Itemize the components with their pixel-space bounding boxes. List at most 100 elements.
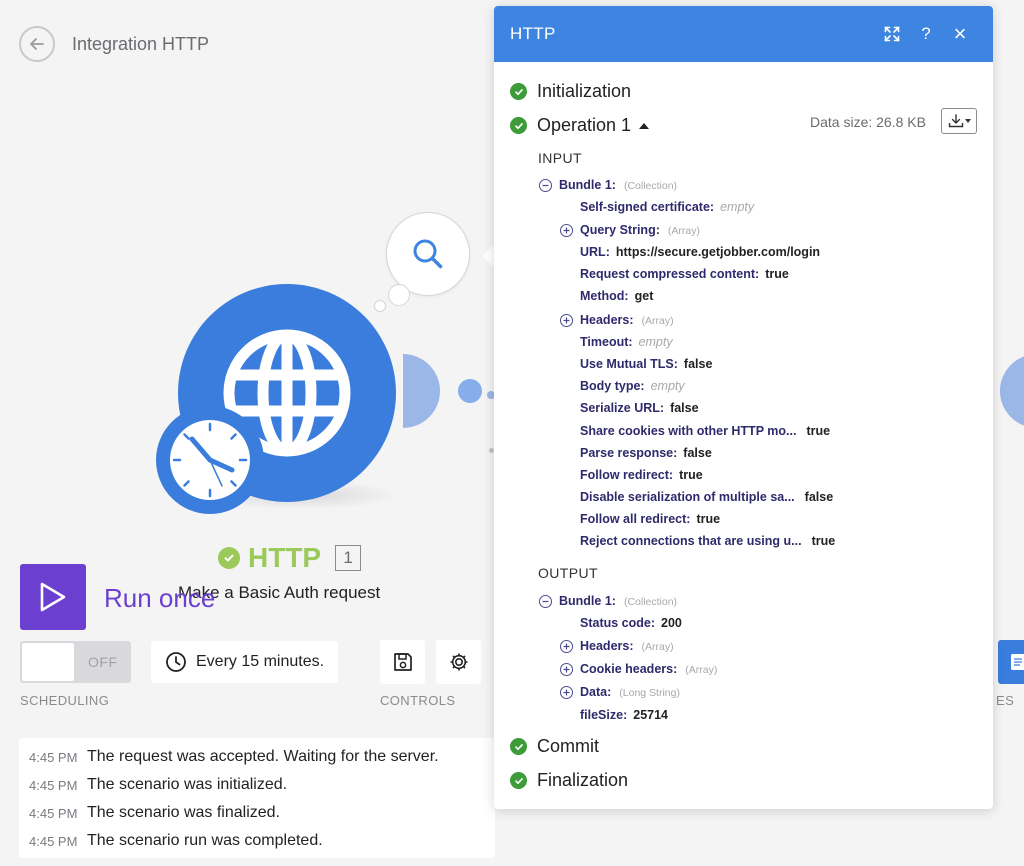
log-message: The scenario was initialized. — [87, 776, 288, 793]
page-title: Integration HTTP — [72, 34, 210, 54]
gear-icon — [450, 653, 467, 671]
check-circle-icon — [510, 772, 527, 789]
tree-type: (Long String) — [619, 687, 680, 699]
input-section-label: INPUT — [538, 150, 582, 166]
execution-log: 4:45 PM The request was accepted. Waiting… — [19, 738, 495, 858]
scheduling-toggle[interactable]: OFF — [20, 641, 131, 683]
stage-initialization[interactable]: Initialization — [510, 81, 631, 102]
run-once-label[interactable]: Run once — [104, 583, 215, 614]
tree-field[interactable]: Headers: (Array) — [580, 639, 674, 653]
log-row: 4:45 PM The scenario run was completed. — [19, 827, 495, 855]
tree-key: Reject connections that are using u... — [580, 534, 802, 548]
tree-value: https://secure.getjobber.com/login — [615, 245, 821, 259]
tree-field[interactable]: Data: (Long String) — [580, 685, 680, 699]
back-button[interactable] — [19, 26, 55, 62]
settings-button[interactable] — [436, 640, 481, 684]
tree-key: Bundle 1: — [559, 594, 616, 608]
expand-toggle[interactable] — [560, 663, 573, 676]
notes-button[interactable] — [998, 640, 1024, 684]
tree-field: Parse response: false — [580, 446, 712, 460]
tree-key: Query String: — [580, 223, 660, 237]
tree-key: Timeout: — [580, 335, 633, 349]
tree-key: Self-signed certificate: — [580, 200, 715, 214]
tree-key: Headers: — [580, 639, 634, 653]
tree-field: Share cookies with other HTTP mo... true — [580, 424, 830, 438]
tree-key: Headers: — [580, 313, 634, 327]
next-module[interactable] — [1000, 354, 1024, 428]
expand-button[interactable] — [875, 17, 909, 51]
bubble-dot — [388, 284, 410, 306]
minus-icon — [542, 184, 549, 187]
tree-type: (Collection) — [623, 596, 678, 608]
stage-label: Operation 1 — [537, 115, 632, 135]
input-bundle-1[interactable]: Bundle 1: (Collection) — [559, 178, 677, 192]
log-time: 4:45 PM — [29, 777, 78, 793]
tree-field: Timeout: empty — [580, 335, 673, 349]
log-time: 4:45 PM — [29, 749, 78, 765]
tree-key: fileSize: — [580, 708, 628, 722]
tree-value: false — [683, 446, 712, 460]
output-bundle-1[interactable]: Bundle 1: (Collection) — [559, 594, 677, 608]
stage-operation-1[interactable]: Operation 1 — [510, 115, 650, 136]
tree-value: true — [765, 267, 789, 281]
close-button[interactable]: × — [943, 17, 977, 51]
collapse-toggle[interactable] — [539, 179, 552, 192]
expand-toggle[interactable] — [560, 686, 573, 699]
toggle-state: OFF — [88, 654, 118, 670]
log-row: 4:45 PM The request was accepted. Waiting… — [19, 743, 495, 771]
expand-toggle[interactable] — [560, 224, 573, 237]
tree-field: Follow redirect: true — [580, 468, 703, 482]
stage-finalization[interactable]: Finalization — [510, 770, 628, 791]
bubble-dot — [374, 300, 386, 312]
check-circle-icon — [510, 117, 527, 134]
output-section-label: OUTPUT — [538, 565, 598, 581]
bundle-inspector-panel: HTTP ? × Initialization Operation 1 Data… — [494, 6, 993, 809]
help-button[interactable]: ? — [909, 17, 943, 51]
tree-field: Use Mutual TLS: false — [580, 357, 712, 371]
collapse-toggle[interactable] — [539, 595, 552, 608]
schedule-clock-badge[interactable] — [156, 406, 264, 514]
expand-toggle[interactable] — [560, 314, 573, 327]
data-size: Data size: 26.8 KB — [810, 114, 926, 130]
tree-key: Use Mutual TLS: — [580, 357, 678, 371]
download-button[interactable] — [941, 108, 977, 134]
tree-field: Follow all redirect: true — [580, 512, 720, 526]
plus-icon — [563, 317, 570, 324]
stage-commit[interactable]: Commit — [510, 736, 599, 757]
log-message: The scenario run was completed. — [87, 832, 323, 849]
floppy-disk-icon — [393, 653, 412, 671]
tree-value: empty — [638, 335, 673, 349]
tree-field: Method: get — [580, 289, 653, 303]
tree-type: (Array) — [667, 225, 700, 237]
tree-type: (Array) — [641, 641, 674, 653]
schedule-setting[interactable]: Every 15 minutes. — [151, 641, 338, 683]
scheduling-section-label: SCHEDULING — [20, 693, 110, 708]
tree-key: Bundle 1: — [559, 178, 616, 192]
module-name: HTTP — [248, 542, 322, 573]
tree-key: Disable serialization of multiple sa... — [580, 490, 795, 504]
expand-icon — [884, 26, 900, 42]
tree-field[interactable]: Cookie headers: (Array) — [580, 662, 717, 676]
save-button[interactable] — [380, 640, 425, 684]
chevron-down-icon — [964, 119, 971, 123]
tree-field[interactable]: Headers: (Array) — [580, 313, 674, 327]
plus-icon — [563, 689, 570, 696]
search-icon — [413, 239, 443, 269]
tree-field: URL: https://secure.getjobber.com/login — [580, 245, 820, 259]
tree-key: Parse response: — [580, 446, 678, 460]
panel-title: HTTP — [510, 24, 556, 43]
tree-field[interactable]: Query String: (Array) — [580, 223, 700, 237]
tree-value: empty — [650, 379, 685, 393]
log-message: The scenario was finalized. — [87, 804, 280, 821]
stage-label: Commit — [537, 736, 599, 756]
run-once-button[interactable] — [20, 564, 86, 630]
expand-toggle[interactable] — [560, 640, 573, 653]
tree-key: Share cookies with other HTTP mo... — [580, 424, 797, 438]
clock-icon — [170, 420, 250, 500]
tree-field: Request compressed content: true — [580, 267, 789, 281]
tree-field: Status code: 200 — [580, 616, 682, 630]
download-icon — [948, 114, 963, 128]
tree-key: Body type: — [580, 379, 645, 393]
tree-value: false — [683, 357, 713, 371]
tree-field: Disable serialization of multiple sa... f… — [580, 490, 833, 504]
